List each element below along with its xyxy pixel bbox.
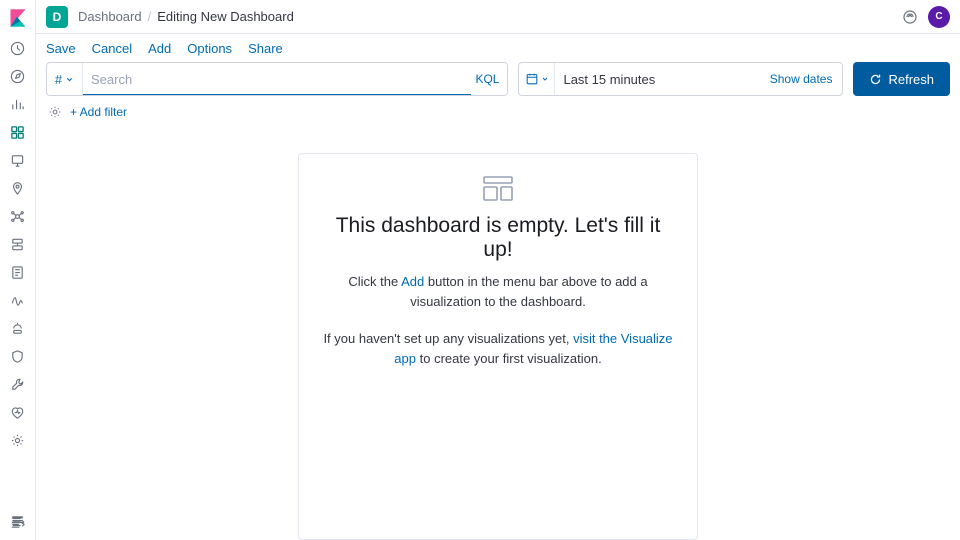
dashboard-content: This dashboard is empty. Let's fill it u…	[36, 127, 960, 540]
calendar-icon	[525, 72, 539, 86]
search-focus-underline	[83, 94, 471, 96]
saved-query-button[interactable]: #	[47, 63, 83, 95]
query-bar: # KQL Last 15 minutes Show dates	[36, 62, 960, 102]
nav-uptime-icon[interactable]	[4, 316, 32, 340]
empty-state-panel: This dashboard is empty. Let's fill it u…	[298, 153, 698, 540]
empty-state-title: This dashboard is empty. Let's fill it u…	[321, 214, 675, 262]
empty-state-line2: If you haven't set up any visualizations…	[321, 329, 675, 368]
nav-recent-icon[interactable]	[4, 36, 32, 60]
show-dates-link[interactable]: Show dates	[760, 63, 843, 95]
save-link[interactable]: Save	[46, 41, 76, 56]
add-link[interactable]: Add	[148, 41, 171, 56]
share-link[interactable]: Share	[248, 41, 283, 56]
user-avatar[interactable]: C	[928, 6, 950, 28]
refresh-icon	[869, 73, 882, 86]
query-input-group: # KQL	[46, 62, 508, 96]
kql-toggle[interactable]: KQL	[475, 72, 499, 86]
nav-maps-icon[interactable]	[4, 176, 32, 200]
top-header: D Dashboard / Editing New Dashboard C	[36, 0, 960, 34]
nav-monitoring-icon[interactable]	[4, 400, 32, 424]
breadcrumb-current: Editing New Dashboard	[157, 9, 294, 24]
nav-management-icon[interactable]	[4, 428, 32, 452]
breadcrumb: Dashboard / Editing New Dashboard	[78, 9, 294, 24]
kibana-logo-icon[interactable]	[8, 8, 28, 28]
nav-discover-icon[interactable]	[4, 64, 32, 88]
nav-visualize-icon[interactable]	[4, 92, 32, 116]
breadcrumb-separator: /	[148, 9, 152, 24]
empty-state-line1: Click the Add button in the menu bar abo…	[321, 272, 675, 311]
filter-options-icon[interactable]	[48, 105, 62, 119]
dashboard-empty-icon	[483, 176, 513, 202]
search-input[interactable]	[83, 63, 507, 95]
breadcrumb-root[interactable]: Dashboard	[78, 9, 142, 24]
dashboard-actions: Save Cancel Add Options Share	[36, 34, 960, 62]
options-link[interactable]: Options	[187, 41, 232, 56]
date-quick-button[interactable]	[519, 63, 555, 95]
collapse-nav-icon[interactable]	[4, 510, 32, 534]
chevron-down-icon	[65, 75, 74, 84]
nav-canvas-icon[interactable]	[4, 148, 32, 172]
nav-siem-icon[interactable]	[4, 344, 32, 368]
date-range-text[interactable]: Last 15 minutes	[555, 63, 759, 95]
date-picker: Last 15 minutes Show dates	[518, 62, 843, 96]
filter-bar: + Add filter	[36, 102, 960, 127]
add-filter-link[interactable]: + Add filter	[70, 105, 127, 119]
side-nav	[0, 0, 36, 540]
nav-infrastructure-icon[interactable]	[4, 232, 32, 256]
cancel-link[interactable]: Cancel	[92, 41, 132, 56]
nav-ml-icon[interactable]	[4, 204, 32, 228]
refresh-button[interactable]: Refresh	[853, 62, 950, 96]
nav-apm-icon[interactable]	[4, 288, 32, 312]
chevron-down-icon	[541, 75, 549, 83]
app-badge: D	[46, 6, 68, 28]
nav-logs-icon[interactable]	[4, 260, 32, 284]
newsfeed-icon[interactable]	[902, 9, 918, 25]
nav-devtools-icon[interactable]	[4, 372, 32, 396]
add-inline-link[interactable]: Add	[401, 274, 424, 289]
nav-dashboard-icon[interactable]	[4, 120, 32, 144]
